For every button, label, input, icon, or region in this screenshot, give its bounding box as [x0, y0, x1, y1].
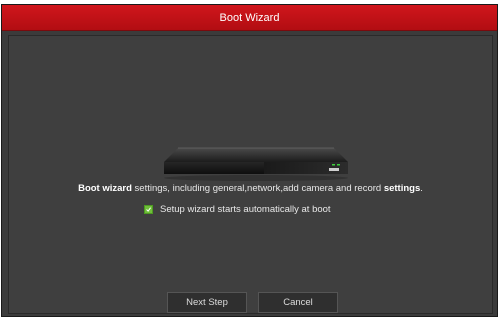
auto-start-label: Setup wizard starts automatically at boo…	[160, 203, 331, 215]
wizard-content-panel: Boot wizard settings, including general,…	[8, 35, 493, 314]
dialog-title: Boot Wizard	[219, 11, 280, 24]
auto-start-option[interactable]: Setup wizard starts automatically at boo…	[144, 203, 331, 215]
description-middle: settings, including general,network,add …	[131, 183, 384, 194]
nvr-device-icon	[164, 147, 348, 181]
description-end: .	[420, 183, 423, 194]
boot-wizard-dialog: Boot Wizard Boot wizard settings, includ…	[1, 4, 498, 317]
cancel-button[interactable]: Cancel	[258, 292, 338, 313]
checkmark-icon	[146, 206, 152, 212]
dialog-titlebar: Boot Wizard	[2, 5, 497, 31]
next-step-button[interactable]: Next Step	[167, 292, 247, 313]
description-bold-settings: settings	[383, 183, 421, 194]
description-bold-boot-wizard: Boot wizard	[78, 183, 132, 194]
auto-start-checkbox[interactable]	[144, 204, 153, 214]
wizard-description: Boot wizard settings, including general,…	[9, 183, 492, 194]
